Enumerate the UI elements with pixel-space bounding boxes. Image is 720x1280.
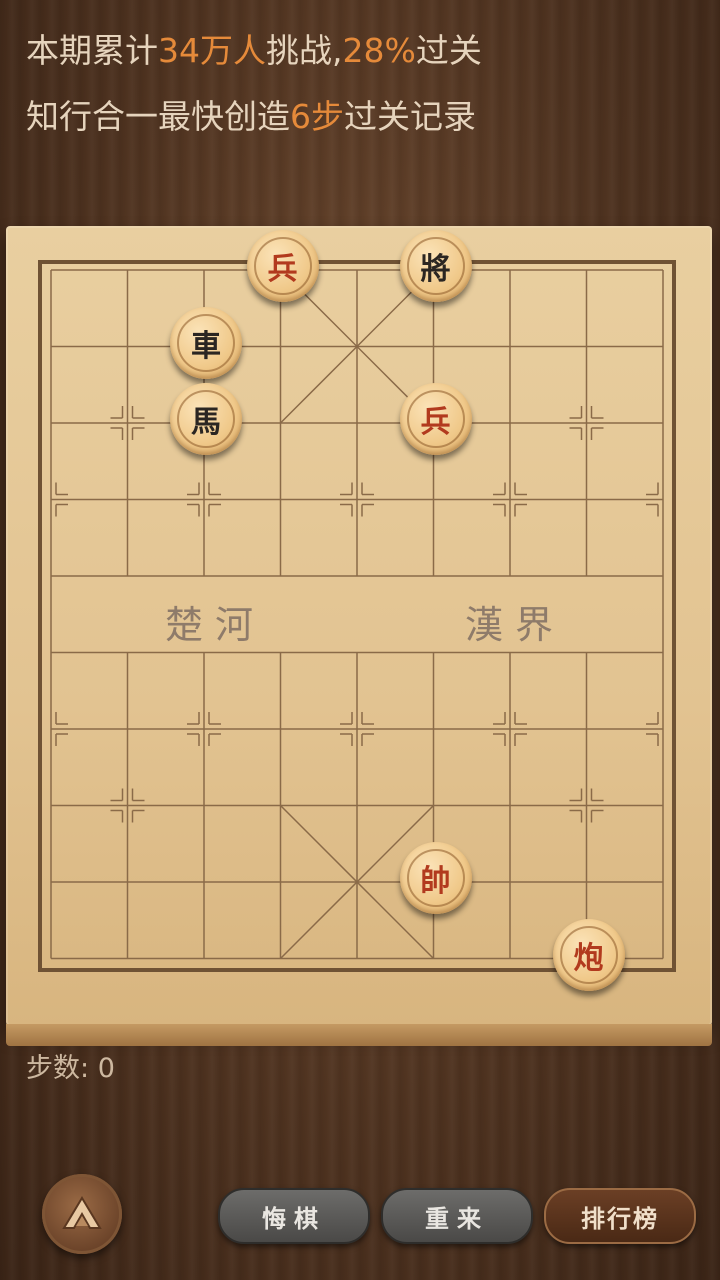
steps-value: 0 <box>97 1053 115 1084</box>
piece-red-soldier-top[interactable]: 兵 <box>246 230 319 302</box>
record-line: 知行合一最快创造6步过关记录 <box>26 84 482 150</box>
challenger-count: 34万人 <box>158 31 266 70</box>
board-base <box>6 1024 712 1046</box>
piece-label: 炮 <box>559 925 618 984</box>
restart-button[interactable]: 重来 <box>381 1188 533 1244</box>
piece-label: 車 <box>177 313 235 372</box>
piece-black-chariot[interactable]: 車 <box>170 306 242 379</box>
piece-black-horse[interactable]: 馬 <box>170 383 242 455</box>
piece-label: 將 <box>406 237 465 295</box>
challenge-stats-line: 本期累计34万人挑战,28%过关 <box>26 18 482 84</box>
stats-suffix: 过关 <box>415 31 482 70</box>
stats-mid: 挑战, <box>266 31 343 70</box>
home-icon <box>62 1196 102 1229</box>
river-label-right: 漢 界 <box>465 603 553 647</box>
record-suffix: 过关记录 <box>344 97 476 136</box>
record-prefix: 知行合一最快创造 <box>26 97 290 136</box>
piece-label: 兵 <box>406 390 465 448</box>
chess-board[interactable]: 楚 河 漢 界 兵 將車馬 兵帥炮 <box>6 226 712 1046</box>
river-label-left: 楚 河 <box>165 603 253 647</box>
home-button[interactable] <box>42 1174 122 1254</box>
piece-label: 帥 <box>406 849 465 907</box>
piece-red-cannon[interactable]: 炮 <box>552 918 625 991</box>
leaderboard-button[interactable]: 排行榜 <box>544 1188 696 1244</box>
piece-black-general[interactable]: 將 <box>399 230 472 302</box>
board-grid: 楚 河 漢 界 <box>38 260 676 972</box>
steps-label: 步数: <box>26 1053 90 1084</box>
record-steps: 6步 <box>290 97 344 136</box>
pass-rate: 28% <box>342 31 416 70</box>
step-counter: 步数: 0 <box>26 1046 115 1085</box>
stats-prefix: 本期累计 <box>26 31 158 70</box>
piece-label: 兵 <box>253 237 312 295</box>
piece-red-soldier-mid[interactable]: 兵 <box>399 383 472 455</box>
piece-label: 馬 <box>177 390 235 448</box>
challenge-info: 本期累计34万人挑战,28%过关 知行合一最快创造6步过关记录 <box>26 18 482 150</box>
undo-button[interactable]: 悔棋 <box>218 1188 370 1244</box>
piece-red-general[interactable]: 帥 <box>399 842 472 914</box>
grid-lines <box>50 269 664 960</box>
